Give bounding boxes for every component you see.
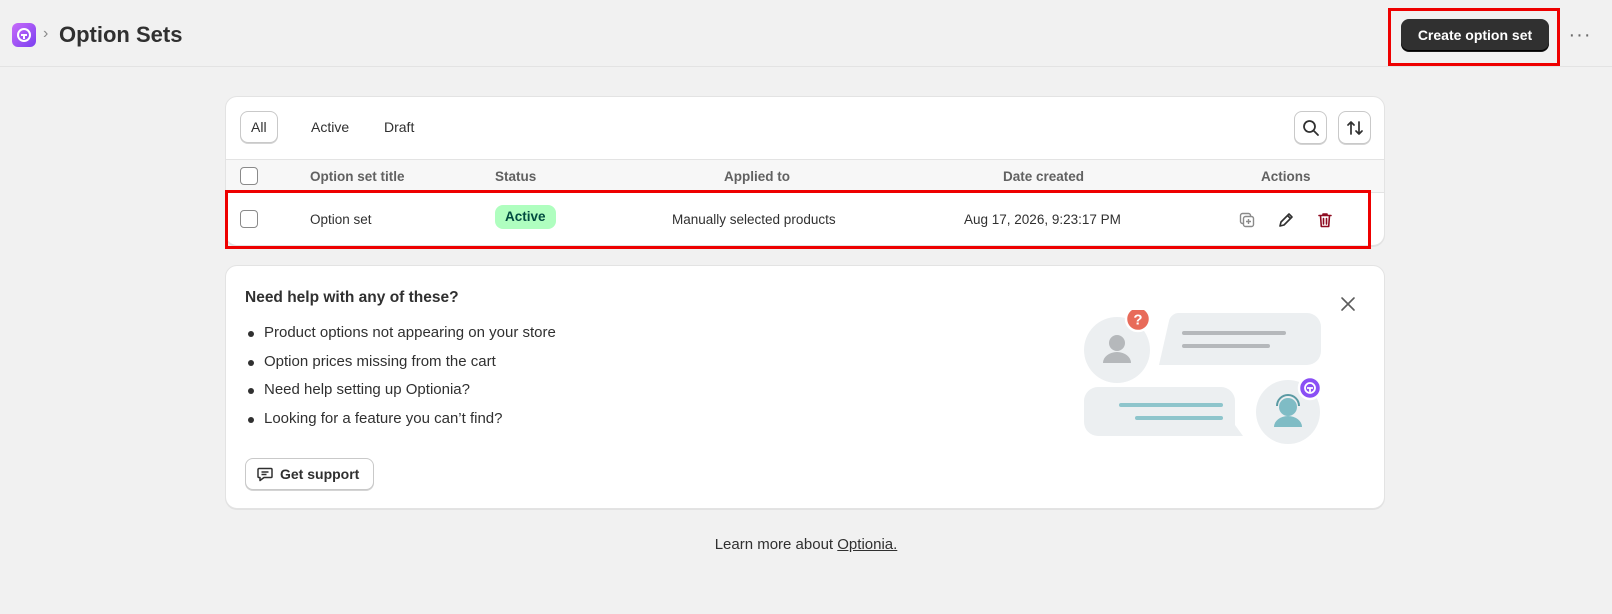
page-title: Option Sets	[59, 22, 183, 47]
search-icon	[1302, 119, 1319, 136]
option-sets-table-card: All Active Draft Option set title Status…	[225, 96, 1385, 246]
row-title[interactable]: Option set	[310, 212, 372, 227]
row-applied-to: Manually selected products	[672, 212, 836, 227]
delete-icon[interactable]	[1315, 210, 1335, 230]
table-row[interactable]: Option set Active Manually selected prod…	[226, 193, 1384, 245]
column-header-actions: Actions	[1261, 169, 1311, 184]
close-help-button[interactable]	[1334, 290, 1362, 318]
footer: Learn more about Optionia.	[0, 536, 1612, 553]
footer-text: Learn more about	[714, 536, 838, 553]
chat-icon	[257, 467, 273, 482]
search-button[interactable]	[1294, 111, 1327, 144]
sort-icon	[1346, 120, 1363, 135]
help-title: Need help with any of these?	[245, 289, 459, 306]
table-header: Option set title Status Applied to Date …	[226, 159, 1384, 193]
list-item: Looking for a feature you can’t find?	[245, 410, 556, 439]
column-header-status: Status	[495, 169, 537, 184]
get-support-label: Get support	[280, 466, 360, 482]
status-badge: Active	[495, 205, 556, 229]
app-logo-icon[interactable]	[12, 23, 36, 47]
question-mark: ?	[1133, 312, 1142, 329]
column-header-title: Option set title	[310, 169, 405, 184]
optionia-link[interactable]: Optionia.	[837, 536, 897, 553]
column-header-applied-to: Applied to	[724, 169, 790, 184]
row-date-created: Aug 17, 2026, 9:23:17 PM	[964, 212, 1121, 227]
duplicate-icon[interactable]	[1237, 210, 1257, 230]
edit-icon[interactable]	[1276, 210, 1296, 230]
list-item: Option prices missing from the cart	[245, 353, 556, 382]
column-header-date-created: Date created	[1003, 169, 1085, 184]
sort-button[interactable]	[1338, 111, 1371, 144]
help-list: Product options not appearing on your st…	[245, 324, 556, 438]
support-illustration: ?	[1084, 310, 1323, 444]
tab-all[interactable]: All	[240, 111, 278, 143]
list-item: Need help setting up Optionia?	[245, 381, 556, 410]
select-all-checkbox[interactable]	[240, 167, 258, 185]
chevron-right-icon: ›	[43, 25, 49, 42]
close-icon	[1341, 297, 1355, 311]
create-option-set-button[interactable]: Create option set	[1401, 19, 1549, 51]
top-bar: › Option Sets Create option set ···	[0, 0, 1612, 67]
tab-active[interactable]: Active	[301, 111, 359, 143]
help-card: Need help with any of these? Product opt…	[225, 265, 1385, 509]
row-checkbox[interactable]	[240, 210, 258, 228]
tab-draft[interactable]: Draft	[374, 111, 424, 143]
get-support-button[interactable]: Get support	[245, 458, 375, 490]
more-icon[interactable]: ···	[1565, 22, 1595, 48]
list-item: Product options not appearing on your st…	[245, 324, 556, 353]
